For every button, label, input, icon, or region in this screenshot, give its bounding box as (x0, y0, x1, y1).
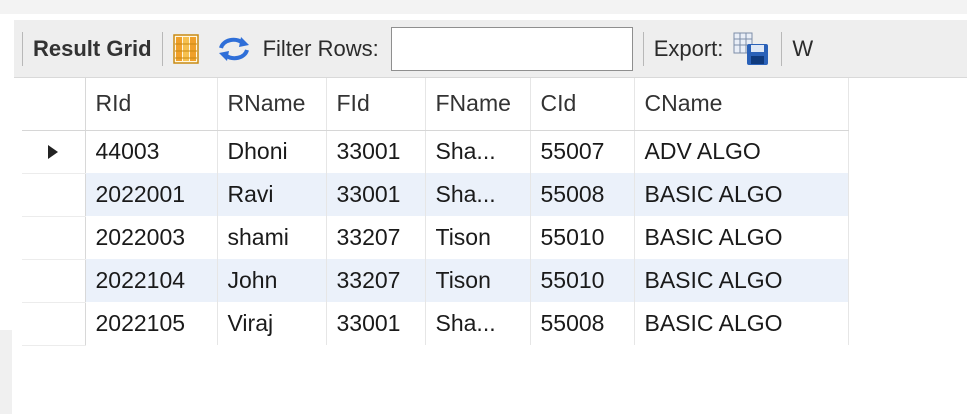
row-marker[interactable] (22, 302, 86, 346)
row-marker[interactable] (22, 216, 86, 260)
row-marker[interactable] (22, 130, 86, 174)
column-header[interactable]: RName (217, 78, 327, 131)
table-row[interactable]: 2022001 Ravi 33001 Sha... 55008 BASIC AL… (22, 173, 849, 217)
result-grid: RId RName FId FName CId CName 44003 Dhon… (22, 78, 849, 346)
table-cell[interactable]: Sha... (425, 130, 531, 173)
current-row-arrow-icon (48, 145, 59, 159)
table-cell[interactable]: Dhoni (217, 130, 327, 173)
wrap-cell-label[interactable]: W (792, 36, 813, 62)
table-cell[interactable]: BASIC ALGO (634, 173, 849, 216)
column-header[interactable]: CName (634, 78, 849, 131)
table-cell[interactable]: 33001 (326, 302, 426, 345)
left-edge-strip (0, 330, 12, 414)
result-grid-panel: Result Grid Filter Rows: Export: W RId R… (0, 0, 967, 414)
column-header[interactable]: FId (326, 78, 426, 131)
table-cell[interactable]: ADV ALGO (634, 130, 849, 173)
table-cell[interactable]: 2022104 (85, 259, 218, 302)
result-table: RId RName FId FName CId CName 44003 Dhon… (22, 78, 849, 346)
table-cell[interactable]: 2022001 (85, 173, 218, 216)
top-band (0, 0, 967, 14)
table-row[interactable]: 2022105 Viraj 33001 Sha... 55008 BASIC A… (22, 302, 849, 346)
filter-rows-input[interactable] (390, 26, 633, 71)
export-label: Export: (653, 35, 724, 61)
table-cell[interactable]: 33207 (326, 259, 426, 302)
filter-rows-label: Filter Rows: (262, 35, 379, 61)
table-cell[interactable]: Tison (425, 216, 531, 259)
result-grid-tab[interactable]: Result Grid (33, 36, 152, 62)
toolbar-separator (642, 31, 644, 66)
toolbar-separator (22, 31, 23, 66)
table-cell[interactable]: 55008 (530, 173, 635, 216)
toolbar-separator (781, 31, 783, 66)
table-cell[interactable]: 44003 (85, 130, 218, 173)
table-cell[interactable]: 55007 (530, 130, 635, 173)
header-row: RId RName FId FName CId CName (22, 78, 849, 131)
table-cell[interactable]: BASIC ALGO (634, 302, 849, 345)
result-grid-toolbar: Result Grid Filter Rows: Export: W (14, 20, 967, 78)
table-cell[interactable]: Tison (425, 259, 531, 302)
table-cell[interactable]: Viraj (217, 302, 327, 345)
table-cell[interactable]: 55010 (530, 259, 635, 302)
refresh-arrows-icon[interactable] (217, 35, 251, 63)
table-cell[interactable]: 55008 (530, 302, 635, 345)
table-cell[interactable]: BASIC ALGO (634, 216, 849, 259)
column-header[interactable]: CId (530, 78, 635, 131)
table-cell[interactable]: John (217, 259, 327, 302)
table-cell[interactable]: shami (217, 216, 327, 259)
table-cell[interactable]: 33001 (326, 130, 426, 173)
table-cell[interactable]: Sha... (425, 173, 531, 216)
table-cell[interactable]: BASIC ALGO (634, 259, 849, 302)
column-header[interactable]: FName (425, 78, 531, 131)
row-marker-header (22, 78, 86, 131)
table-cell[interactable]: 33207 (326, 216, 426, 259)
column-header[interactable]: RId (85, 78, 218, 131)
export-save-icon[interactable] (733, 32, 769, 66)
grid-layout-icon[interactable] (172, 33, 199, 64)
row-marker[interactable] (22, 259, 86, 303)
table-row[interactable]: 2022003 shami 33207 Tison 55010 BASIC AL… (22, 216, 849, 260)
table-cell[interactable]: 2022105 (85, 302, 218, 345)
table-cell[interactable]: 2022003 (85, 216, 218, 259)
table-row[interactable]: 2022104 John 33207 Tison 55010 BASIC ALG… (22, 259, 849, 303)
table-cell[interactable]: 55010 (530, 216, 635, 259)
table-cell[interactable]: Ravi (217, 173, 327, 216)
table-cell[interactable]: Sha... (425, 302, 531, 345)
table-cell[interactable]: 33001 (326, 173, 426, 216)
table-row[interactable]: 44003 Dhoni 33001 Sha... 55007 ADV ALGO (22, 130, 849, 174)
row-marker[interactable] (22, 173, 86, 217)
toolbar-separator (161, 31, 163, 66)
